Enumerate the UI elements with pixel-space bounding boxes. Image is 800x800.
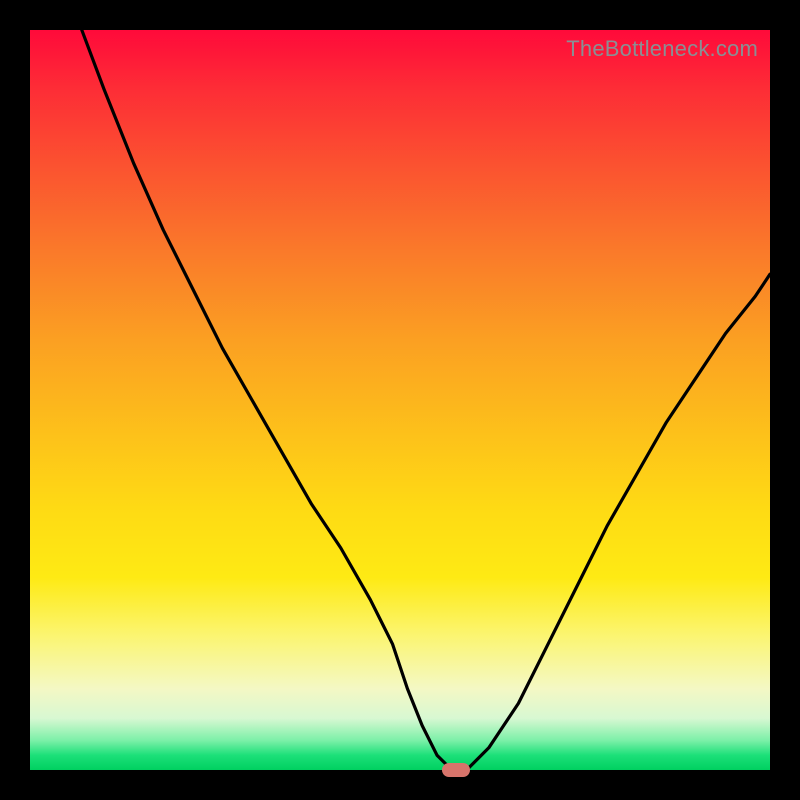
optimal-point-marker xyxy=(442,763,470,777)
bottleneck-curve xyxy=(30,30,770,770)
chart-frame: TheBottleneck.com xyxy=(0,0,800,800)
curve-path xyxy=(82,30,770,770)
plot-area: TheBottleneck.com xyxy=(30,30,770,770)
